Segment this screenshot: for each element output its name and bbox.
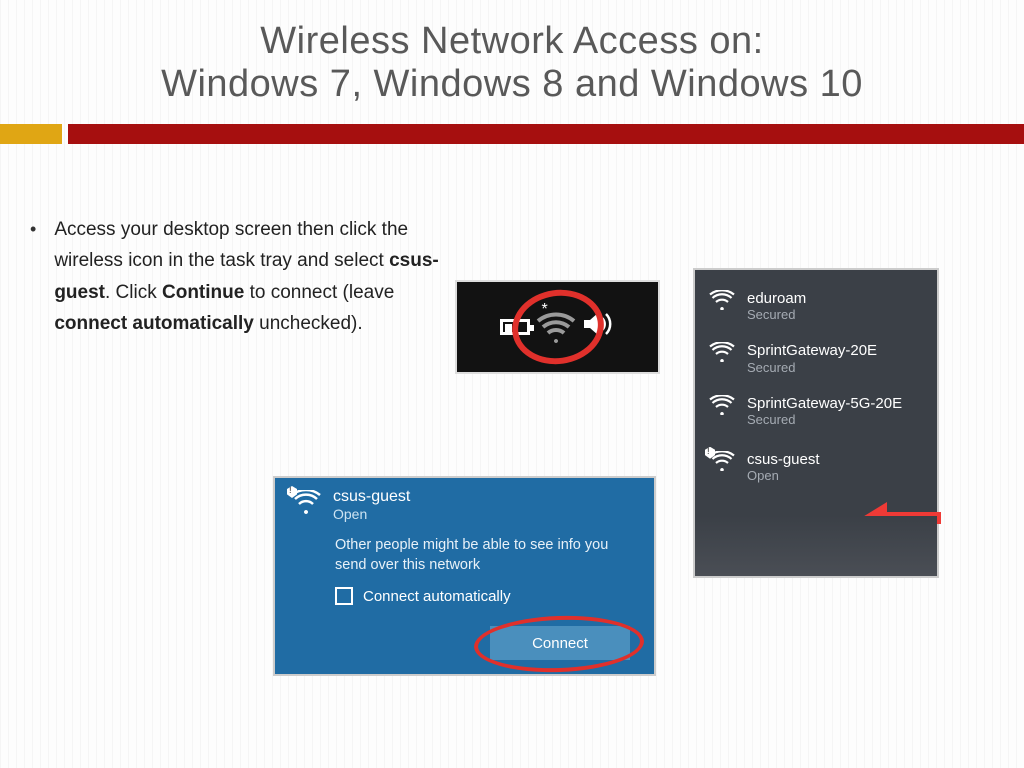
instruction-bullet: • Access your desktop screen then click … bbox=[30, 214, 450, 339]
wifi-list-item[interactable]: csus-guestOpen bbox=[695, 437, 937, 493]
wifi-open-icon bbox=[291, 490, 321, 519]
wifi-network-list: eduroamSecuredSprintGateway-20ESecuredSp… bbox=[693, 268, 939, 578]
wifi-item-status: Secured bbox=[747, 412, 902, 427]
connect-warning-text: Other people might be able to see info y… bbox=[335, 536, 625, 575]
wifi-list-item[interactable]: eduroamSecured bbox=[695, 280, 937, 332]
wifi-list-item[interactable]: SprintGateway-20ESecured bbox=[695, 332, 937, 384]
taskbar-screenshot: * bbox=[455, 280, 660, 374]
wifi-item-name: SprintGateway-20E bbox=[747, 342, 877, 359]
wifi-item-name: SprintGateway-5G-20E bbox=[747, 395, 902, 412]
wifi-item-status: Secured bbox=[747, 307, 806, 322]
instr-pre: Access your desktop screen then click th… bbox=[54, 219, 408, 271]
wifi-item-status: Open bbox=[747, 468, 820, 483]
title-line-2: Windows 7, Windows 8 and Windows 10 bbox=[161, 63, 863, 105]
accent-gold bbox=[0, 124, 62, 144]
connect-button[interactable]: Connect bbox=[490, 626, 630, 660]
wifi-item-status: Secured bbox=[747, 360, 877, 375]
instr-b2: Continue bbox=[162, 282, 244, 303]
bullet-icon: • bbox=[30, 214, 36, 238]
accent-bar bbox=[0, 124, 1024, 144]
connect-auto-checkbox[interactable] bbox=[335, 587, 353, 605]
wifi-list-item[interactable]: SprintGateway-5G-20ESecured bbox=[695, 385, 937, 437]
instr-mid1: . Click bbox=[105, 282, 162, 303]
connect-network-status: Open bbox=[333, 506, 410, 522]
wifi-icon bbox=[709, 290, 735, 315]
instr-b3: connect automatically bbox=[54, 313, 254, 334]
wifi-icon bbox=[709, 342, 735, 367]
connect-auto-label: Connect automatically bbox=[363, 588, 511, 605]
connect-panel: csus-guest Open Other people might be ab… bbox=[273, 476, 656, 676]
wifi-item-name: eduroam bbox=[747, 290, 806, 307]
slide-title: Wireless Network Access on: Windows 7, W… bbox=[0, 0, 1024, 124]
wifi-item-name: csus-guest bbox=[747, 451, 820, 468]
accent-red bbox=[68, 124, 1024, 144]
instr-mid2: to connect (leave bbox=[244, 282, 394, 303]
wifi-icon bbox=[709, 395, 735, 420]
connect-auto-row[interactable]: Connect automatically bbox=[335, 587, 638, 605]
instr-post: unchecked). bbox=[254, 313, 363, 334]
connect-header: csus-guest Open bbox=[291, 488, 638, 522]
title-line-1: Wireless Network Access on: bbox=[260, 20, 763, 62]
wifi-icon bbox=[709, 451, 735, 476]
red-arrow-annotation bbox=[861, 502, 941, 532]
instruction-text: Access your desktop screen then click th… bbox=[54, 214, 450, 339]
connect-network-name: csus-guest bbox=[333, 488, 410, 506]
red-circle-annotation bbox=[507, 284, 608, 370]
